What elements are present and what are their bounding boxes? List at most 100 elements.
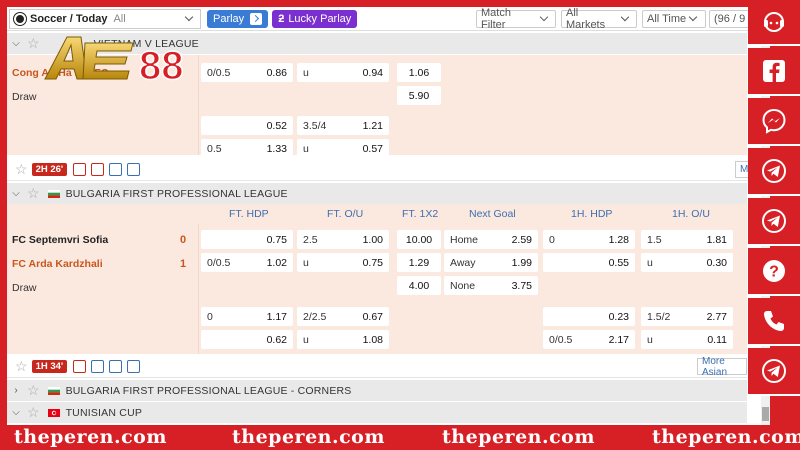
odds-1h-ou[interactable]: u 0.11 — [641, 330, 733, 349]
odds-ft-ou[interactable]: 2/2.5 0.67 — [297, 307, 389, 326]
odds-1h-ou[interactable]: u 0.30 — [641, 253, 733, 272]
help-question-icon: ? — [763, 260, 785, 282]
field-icon[interactable] — [91, 163, 105, 176]
match-count-label: (96 / 9 — [714, 12, 746, 25]
stats-chart-icon[interactable] — [127, 163, 141, 176]
lucky-parlay-icon: ƻ — [278, 12, 285, 25]
odds-ft-ou[interactable]: 3.5/4 1.21 — [297, 116, 389, 135]
hdp-odd: 0.86 — [266, 66, 287, 79]
chevron-right-icon — [250, 12, 263, 25]
refresh-icon[interactable] — [127, 360, 141, 373]
hdp-odd: 1.33 — [266, 142, 287, 155]
facebook-icon — [763, 60, 785, 82]
odds-ft-1x2[interactable]: 10.00 — [397, 230, 441, 249]
watermark-text: theperen.com — [442, 426, 595, 448]
x12-odd: 1.06 — [408, 66, 430, 79]
odds-next-goal[interactable]: Away 1.99 — [444, 253, 538, 272]
ou-odd: 0.94 — [362, 66, 383, 79]
telegram-button[interactable] — [748, 348, 800, 396]
odds-ft-hdp[interactable]: 0.75 — [201, 230, 293, 249]
watermark-text: theperen.com — [652, 426, 800, 448]
favorite-star-icon[interactable]: ☆ — [27, 404, 40, 421]
ou-odd: 1.00 — [362, 233, 383, 246]
odds-1h-ou[interactable]: 1.5/2 2.77 — [641, 307, 733, 326]
collapse-chevron-icon[interactable]: ⌵ — [9, 38, 23, 49]
odds-ft-1x2[interactable]: 4.00 — [397, 276, 441, 295]
stats-chart-icon[interactable] — [109, 360, 123, 373]
league-header-bulgaria-corners[interactable]: › ☆ BULGARIA FIRST PROFESSIONAL LEAGUE -… — [7, 380, 747, 401]
favorite-star-icon[interactable]: ☆ — [27, 382, 40, 399]
soccer-ball-icon — [14, 12, 26, 25]
odds-ft-hdp[interactable]: 0/0.5 0.86 — [201, 63, 293, 82]
odds-ft-ou[interactable]: u 0.94 — [297, 63, 389, 82]
odds-next-goal[interactable]: None 3.75 — [444, 276, 538, 295]
ou-line: 3.5/4 — [303, 119, 327, 132]
messenger-icon — [762, 108, 786, 134]
league-name: BULGARIA FIRST PROFESSIONAL LEAGUE — [65, 187, 288, 200]
home-team-name[interactable]: FC Septemvri Sofia — [12, 234, 108, 246]
more-asian-button[interactable]: More Asian — [697, 356, 747, 378]
odds-ft-hdp[interactable]: 0/0.5 1.02 — [201, 253, 293, 272]
messenger-button[interactable] — [748, 98, 800, 146]
favorite-star-icon[interactable]: ☆ — [27, 35, 40, 52]
ng-odd: 2.59 — [511, 233, 532, 246]
svg-text:88: 88 — [139, 44, 184, 87]
hdp-line: 0.5 — [207, 142, 222, 155]
favorite-star-icon[interactable]: ☆ — [15, 358, 28, 375]
league-header-bulgaria[interactable]: ⌵ ☆ BULGARIA FIRST PROFESSIONAL LEAGUE — [7, 183, 747, 204]
all-time-dropdown[interactable]: All Time — [642, 9, 706, 28]
chat-support-button[interactable] — [748, 0, 800, 46]
odds-ft-ou[interactable]: u 0.57 — [297, 139, 389, 158]
match-filter-label: Match Filter — [481, 7, 511, 31]
odds-ft-ou[interactable]: u 1.08 — [297, 330, 389, 349]
odds-1h-hdp[interactable]: 0.23 — [543, 307, 635, 326]
odds-ft-1x2[interactable]: 1.29 — [397, 253, 441, 272]
h1ou-odd: 1.81 — [706, 233, 727, 246]
match-filter-dropdown[interactable]: Match Filter — [476, 7, 556, 31]
help-button[interactable]: ? — [748, 248, 800, 296]
tunisia-flag-icon — [47, 408, 60, 417]
odds-1h-ou[interactable]: 1.5 1.81 — [641, 230, 733, 249]
h1ou-odd: 0.30 — [706, 256, 727, 269]
live-time-badge: 2H 26' — [31, 163, 68, 176]
home-score: 0 — [180, 234, 187, 246]
lucky-parlay-button[interactable]: ƻ Lucky Parlay — [272, 9, 358, 28]
phone-button[interactable] — [748, 298, 800, 346]
ou-odd: 1.21 — [362, 119, 383, 132]
col-ft-hdp: FT. HDP — [229, 208, 269, 220]
favorite-star-icon[interactable]: ☆ — [27, 185, 40, 202]
hdp-line: 0/0.5 — [207, 66, 231, 79]
sport-selector[interactable]: Soccer / Today All — [9, 8, 201, 29]
telegram-button[interactable] — [748, 148, 800, 196]
odds-ft-hdp[interactable]: 0.5 1.33 — [201, 139, 293, 158]
odds-ft-ou[interactable]: u 0.75 — [297, 253, 389, 272]
facebook-button[interactable] — [748, 48, 800, 96]
ou-line: 2/2.5 — [303, 310, 327, 323]
odds-next-goal[interactable]: Home 2.59 — [444, 230, 538, 249]
odds-ft-hdp[interactable]: 0.62 — [201, 330, 293, 349]
away-team-name[interactable]: FC Arda Kardzhali — [12, 258, 103, 270]
collapse-chevron-icon[interactable]: ⌵ — [9, 407, 23, 418]
expand-chevron-icon[interactable]: › — [9, 385, 23, 396]
odds-ft-hdp[interactable]: 0.52 — [201, 116, 293, 135]
field-icon[interactable] — [73, 360, 87, 373]
parlay-button[interactable]: Parlay — [207, 9, 269, 28]
odds-ft-1x2[interactable]: 1.06 — [397, 63, 441, 82]
live-stream-icon[interactable] — [73, 163, 87, 176]
all-markets-dropdown[interactable]: All Markets — [561, 7, 637, 31]
odds-1h-hdp[interactable]: 0/0.5 2.17 — [543, 330, 635, 349]
odds-ft-hdp[interactable]: 0 1.17 — [201, 307, 293, 326]
odds-1h-hdp[interactable]: 0 1.28 — [543, 230, 635, 249]
x12-odd: 10.00 — [405, 233, 433, 246]
scoreboard-icon[interactable] — [91, 360, 105, 373]
league-header-tunisian[interactable]: ⌵ ☆ TUNISIAN CUP — [7, 402, 747, 423]
odds-ft-1x2[interactable]: 5.90 — [397, 86, 441, 105]
odds-1h-hdp[interactable]: 0.55 — [543, 253, 635, 272]
collapse-chevron-icon[interactable]: ⌵ — [9, 188, 23, 199]
all-markets-label: All Markets — [566, 7, 606, 31]
odds-ft-ou[interactable]: 2.5 1.00 — [297, 230, 389, 249]
telegram-button[interactable] — [748, 198, 800, 246]
scoreboard-icon[interactable] — [109, 163, 123, 176]
chevron-down-icon — [620, 12, 630, 22]
favorite-star-icon[interactable]: ☆ — [15, 161, 28, 178]
